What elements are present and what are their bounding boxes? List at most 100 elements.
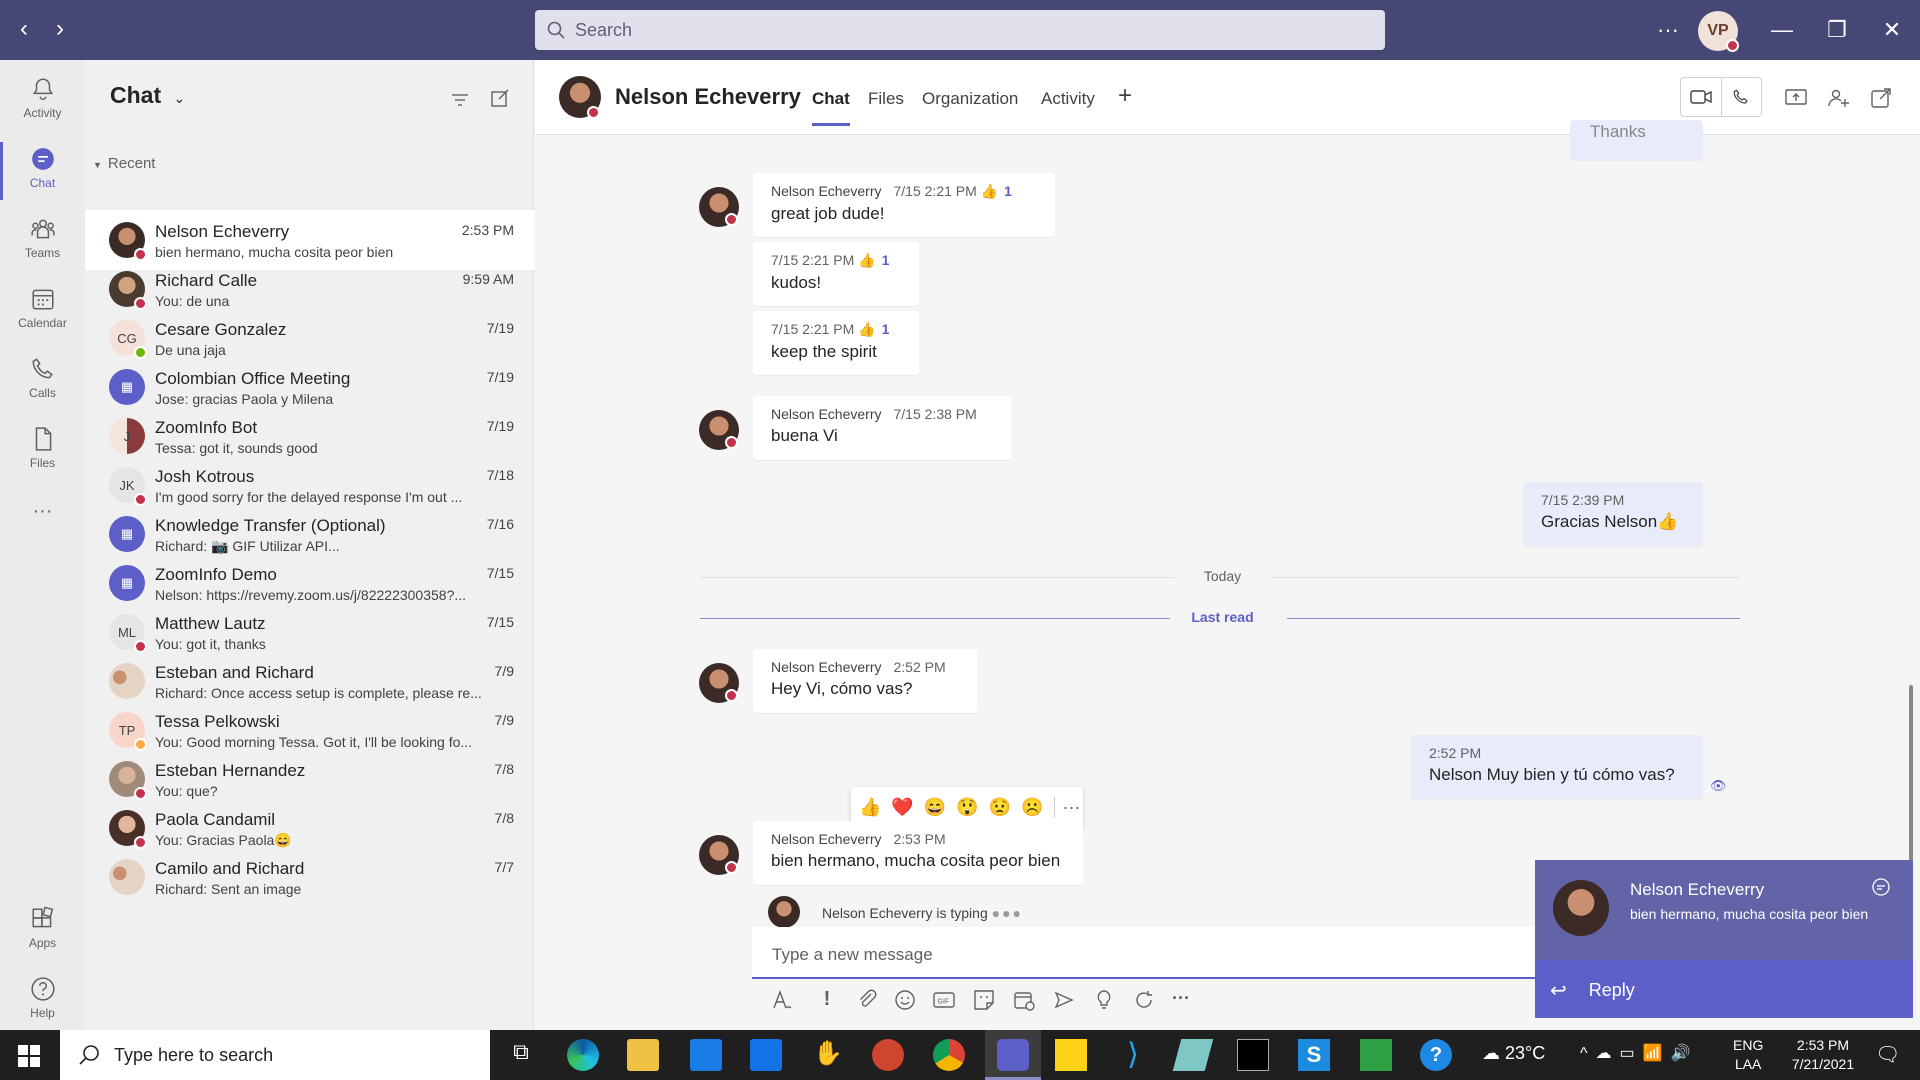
praise-icon[interactable] [1092,988,1116,1012]
search-icon [547,21,565,39]
pop-out-icon[interactable] [1869,86,1893,110]
terminal-icon[interactable] [1237,1039,1269,1071]
file-explorer-icon[interactable] [627,1039,659,1071]
rail-item-chat[interactable]: Chat [0,138,85,202]
angry-reaction-icon[interactable]: ☹️ [1021,797,1043,818]
task-view-icon[interactable]: ⧉ [505,1039,537,1071]
important-icon[interactable]: ! [815,988,839,1012]
thumbs-up-icon[interactable]: 👍 [858,252,875,268]
tab-files[interactable]: Files [868,89,904,109]
forward-arrow-icon[interactable]: › [48,14,72,44]
maximize-icon[interactable]: ❐ [1822,15,1852,45]
close-icon[interactable]: ✕ [1877,15,1907,45]
like-reaction-icon[interactable]: 👍 [859,797,881,818]
meeting-calendar-icon: ▦ [109,565,145,601]
stream-icon[interactable] [1052,988,1076,1012]
chat-title-text: Chat [110,82,162,108]
taskbar-search[interactable]: Type here to search [60,1030,490,1080]
emoji-icon[interactable] [893,988,917,1012]
format-icon[interactable] [770,988,794,1012]
bell-icon [32,78,53,100]
audio-call-button[interactable] [1722,78,1762,116]
recent-section-header[interactable]: ▼ Recent [93,155,155,172]
partial-sent-message[interactable]: Thanks [1570,120,1703,160]
toast-body[interactable]: Nelson Echeverry bien hermano, mucha cos… [1535,860,1913,960]
received-message[interactable]: Nelson Echeverry 7/15 2:21 PM 👍 1 great jo… [753,173,1055,237]
rail-item-apps[interactable]: Apps [0,898,85,962]
sticker-icon[interactable] [972,988,996,1012]
add-people-icon[interactable] [1827,86,1851,110]
message-text: Thanks [1590,122,1646,141]
vscode-icon[interactable]: ⟩ [1117,1039,1149,1071]
message-author: Nelson Echeverry [771,406,882,422]
more-actions-icon[interactable]: ··· [1172,988,1196,1012]
paint-icon[interactable] [872,1039,904,1071]
laugh-reaction-icon[interactable]: 😄 [924,797,946,818]
cloud-icon: ☁ [1482,1043,1500,1063]
weather-widget[interactable]: ☁ 23°C [1482,1043,1545,1064]
more-options-icon[interactable]: ··· [1653,15,1683,45]
teams-app-icon[interactable] [997,1039,1029,1071]
rail-item-teams[interactable]: Teams [0,208,85,272]
tab-organization[interactable]: Organization [922,89,1018,109]
share-screen-icon[interactable] [1784,86,1808,110]
toast-reply-button[interactable]: ↩ Reply [1550,978,1635,1003]
sticky-notes-icon[interactable] [1055,1039,1087,1071]
received-message[interactable]: Nelson Echeverry 2:53 PM bien hermano, mu… [753,821,1083,885]
chat-list-title[interactable]: Chat ⌄ [110,82,185,109]
rail-item-calls[interactable]: Calls [0,348,85,412]
video-camera-icon [1690,90,1712,104]
thumbs-up-icon[interactable]: 👍 [858,321,875,337]
video-call-button[interactable] [1681,78,1722,116]
notification-center-icon[interactable]: 🗨 [1875,1042,1900,1067]
received-message[interactable]: 7/15 2:21 PM 👍 1 keep the spirit [753,311,919,375]
windows-start-icon[interactable] [18,1045,40,1067]
loop-icon[interactable] [1132,988,1156,1012]
tab-chat[interactable]: Chat [812,89,850,126]
language-indicator[interactable]: ENG LAA [1733,1036,1763,1074]
store-icon[interactable] [690,1039,722,1071]
rail-item-help[interactable]: Help [0,968,85,1032]
more-apps-icon[interactable]: ··· [0,500,85,564]
help-app-icon[interactable]: ? [1420,1039,1452,1071]
system-tray-icons[interactable]: ^☁▭📶🔊 [1580,1043,1698,1063]
filter-icon[interactable] [450,90,470,110]
heart-reaction-icon[interactable]: ❤️ [891,797,913,818]
conversation-header: Nelson Echeverry Chat Files Organization… [535,60,1920,135]
notification-toast[interactable]: Nelson Echeverry bien hermano, mucha cos… [1535,860,1913,1018]
chat-list-item[interactable]: Camilo and Richard Richard: Sent an image… [85,847,534,907]
chat-bubble-icon[interactable] [1870,876,1892,898]
back-arrow-icon[interactable]: ‹ [12,14,36,44]
thumbs-up-icon[interactable]: 👍 [981,183,998,199]
tab-activity[interactable]: Activity [1041,89,1095,109]
s-app-icon[interactable]: S [1298,1039,1330,1071]
minimize-icon[interactable]: — [1767,15,1797,45]
user-avatar[interactable]: VP [1698,11,1739,52]
attach-icon[interactable] [855,988,879,1012]
chrome-icon[interactable] [933,1039,965,1071]
add-tab-icon[interactable]: + [1118,82,1132,110]
mail-icon[interactable] [750,1039,782,1071]
chat-name: Richard Calle [155,271,258,290]
new-chat-icon[interactable] [490,88,510,108]
notepad-icon[interactable] [1172,1039,1214,1071]
message-compose-input[interactable]: Type a new message [752,927,1642,979]
surprised-reaction-icon[interactable]: 😲 [956,797,978,818]
clock[interactable]: 2:53 PM 7/21/2021 [1778,1036,1868,1074]
schedule-meeting-icon[interactable] [1012,988,1036,1012]
received-message[interactable]: 7/15 2:21 PM 👍 1 kudos! [753,242,919,306]
received-message[interactable]: Nelson Echeverry 2:52 PM Hey Vi, cómo vas… [753,649,977,713]
search-input[interactable]: Search [535,10,1385,50]
more-reactions-icon[interactable]: ··· [1053,796,1081,818]
received-message[interactable]: Nelson Echeverry 7/15 2:38 PM buena Vi [753,396,1011,460]
sad-reaction-icon[interactable]: 😟 [989,797,1011,818]
sent-message[interactable]: 2:52 PM Nelson Muy bien y tú cómo vas? [1411,735,1703,799]
edge-browser-icon[interactable] [567,1039,599,1071]
rail-item-calendar[interactable]: Calendar [0,278,85,342]
snip-icon[interactable]: ✋ [812,1039,844,1071]
sent-message[interactable]: 7/15 2:39 PM Gracias Nelson👍 [1523,482,1703,546]
media-app-icon[interactable] [1360,1039,1392,1071]
rail-item-files[interactable]: Files [0,418,85,482]
rail-item-activity[interactable]: Activity [0,68,85,132]
gif-icon[interactable]: GIF [932,988,956,1012]
